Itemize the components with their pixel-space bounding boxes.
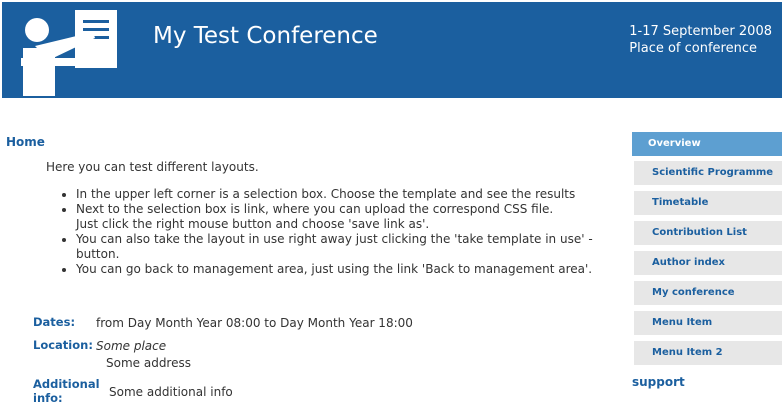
- conference-info: 1-17 September 2008 Place of conference: [629, 23, 772, 57]
- additional-info-value: Some additional info: [109, 385, 233, 399]
- menu-item-menu-item[interactable]: Menu Item: [634, 311, 782, 335]
- additional-info-row: Additional info: Some additional info: [33, 377, 233, 405]
- conference-place: Place of conference: [629, 41, 757, 56]
- location-label: Location:: [33, 338, 93, 352]
- support-link[interactable]: support: [632, 375, 685, 389]
- menu-item-overview[interactable]: Overview: [632, 132, 782, 156]
- conference-header: My Test Conference 1-17 September 2008 P…: [2, 2, 782, 98]
- conference-date: 1-17 September 2008: [629, 24, 772, 39]
- list-item: Next to the selection box is link, where…: [76, 202, 636, 232]
- additional-info-label: Additional info:: [33, 377, 100, 405]
- menu-item-scientific-programme[interactable]: Scientific Programme: [634, 161, 782, 185]
- menu-item-contribution-list[interactable]: Contribution List: [634, 221, 782, 245]
- list-item: You can go back to management area, just…: [76, 262, 636, 277]
- conference-title: My Test Conference: [153, 23, 378, 49]
- list-item: You can also take the layout in use righ…: [76, 232, 636, 262]
- instructions-list: In the upper left corner is a selection …: [58, 187, 636, 277]
- list-item-text: You can also take the layout in use righ…: [76, 232, 593, 261]
- dates-label: Dates:: [33, 315, 76, 329]
- location-row: Location: Some place Some address: [33, 338, 191, 370]
- additional-info-label-line: info:: [33, 391, 63, 405]
- additional-info-label-line: Additional: [33, 377, 100, 391]
- dates-row: Dates: from Day Month Year 08:00 to Day …: [33, 315, 413, 330]
- list-item-text: You can go back to management area, just…: [76, 262, 593, 276]
- menu-item-timetable[interactable]: Timetable: [634, 191, 782, 215]
- menu-item-author-index[interactable]: Author index: [634, 251, 782, 275]
- menu-item-my-conference[interactable]: My conference: [634, 281, 782, 305]
- list-item-text: Just click the right mouse button and ch…: [76, 217, 430, 231]
- intro-text: Here you can test different layouts.: [46, 160, 259, 174]
- dates-value: from Day Month Year 08:00 to Day Month Y…: [96, 316, 413, 330]
- list-item: In the upper left corner is a selection …: [76, 187, 636, 202]
- menu-item-menu-item-2[interactable]: Menu Item 2: [634, 341, 782, 365]
- list-item-text: Next to the selection box is link, where…: [76, 202, 554, 216]
- presenter-icon: [21, 10, 117, 96]
- location-address: Some address: [106, 356, 191, 370]
- home-link[interactable]: Home: [6, 135, 45, 149]
- list-item-text: In the upper left corner is a selection …: [76, 187, 576, 201]
- location-name: Some place: [96, 339, 167, 353]
